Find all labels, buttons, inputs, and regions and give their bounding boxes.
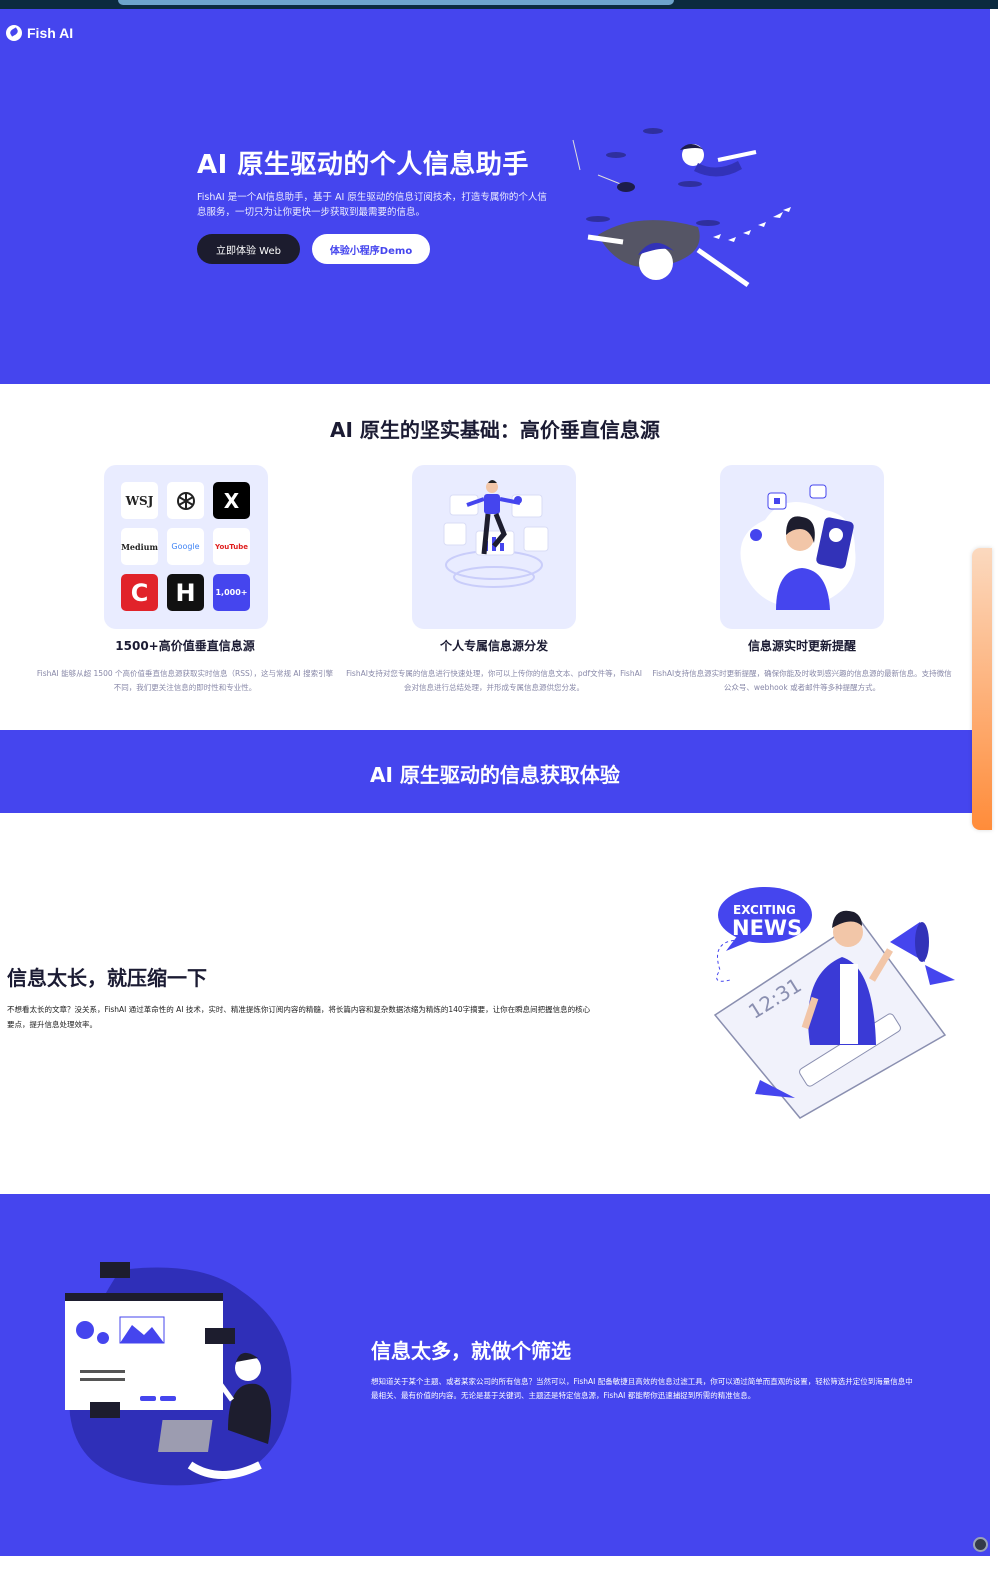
fish-logo-icon[interactable] (6, 25, 22, 41)
address-pill (118, 0, 674, 5)
compress-feature-title: 信息太长，就压缩一下 (7, 966, 207, 990)
news-badge-line2: NEWS (732, 916, 802, 940)
c-logo-tile: C (121, 574, 158, 611)
navbar: Fish AI (6, 25, 73, 41)
features-section-title: AI 原生的坚实基础：高价垂直信息源 (330, 418, 660, 442)
wsj-logo-tile: WSJ (121, 482, 158, 519)
feature-desc-distribution: FishAI支持对您专属的信息进行快速处理，你可以上传你的信息文本、pdf文件等… (346, 669, 642, 692)
floating-corner-button[interactable] (973, 1537, 988, 1552)
try-miniprogram-button[interactable]: 体验小程序Demo (312, 234, 430, 264)
openai-logo-icon (167, 482, 204, 519)
alerts-card (720, 465, 884, 629)
flying-people-illustration (572, 128, 791, 288)
compress-feature-description: 不想看太长的文章？没关系，FishAI 通过革命性的 AI 技术，实时、精准提炼… (7, 1005, 591, 1029)
filter-illustration (65, 1262, 292, 1486)
youtube-logo-tile: YouTube (213, 528, 250, 565)
side-feedback-tab[interactable] (972, 548, 992, 830)
distribution-illustration (443, 480, 549, 588)
hero-title: AI 原生驱动的个人信息助手 (197, 150, 529, 180)
feature-title-sources: 1500+高价值垂直信息源 (115, 639, 255, 653)
feature-title-alerts: 信息源实时更新提醒 (747, 639, 856, 653)
exciting-news-illustration: 12:31 EXCITING NEWS (713, 887, 955, 1119)
filter-feature-title: 信息太多，就做个筛选 (371, 1339, 571, 1363)
feature-desc-alerts: FishAI支持信息源实时更新提醒，确保你能及时收到感兴趣的信息源的最新信息。支… (652, 669, 952, 692)
hero-description: FishAI 是一个AI信息助手，基于 AI 原生驱动的信息订阅技术，打造专属你… (197, 192, 547, 218)
experience-band-title: AI 原生驱动的信息获取体验 (370, 763, 620, 787)
h-logo-tile: H (167, 574, 204, 611)
feature-title-distribution: 个人专属信息源分发 (439, 639, 548, 653)
feature-desc-sources: FishAI 能够从超 1500 个高价值垂直信息源获取实时信息（RSS），这与… (36, 669, 334, 692)
x-logo-tile: X (213, 482, 250, 519)
sources-grid-card: WSJ X Medium Google YouTube C H 1,000+ (104, 465, 268, 629)
browser-top-strip (0, 0, 998, 9)
google-logo-tile: Google (167, 528, 204, 565)
brand-name[interactable]: Fish AI (27, 25, 73, 41)
alerts-illustration (740, 484, 856, 610)
try-web-button[interactable]: 立即体验 Web (197, 234, 300, 264)
medium-logo-tile: Medium (121, 528, 158, 565)
more-sources-tile: 1,000+ (213, 574, 250, 611)
distribution-card (412, 465, 576, 629)
filter-feature-description: 想知道关于某个主题、或者某家公司的所有信息？当然可以，FishAI 配备敏捷且高… (371, 1377, 913, 1400)
news-badge-line1: EXCITING (733, 903, 796, 917)
